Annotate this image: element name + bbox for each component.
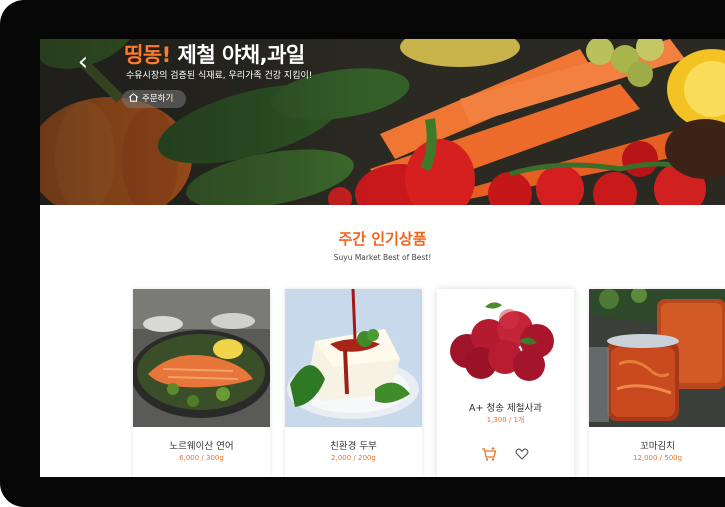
product-price: 12,000 / 500g bbox=[632, 454, 683, 462]
product-name: A+ 청송 제철사과 bbox=[469, 403, 542, 414]
product-price: 1,300 / 1개 bbox=[486, 416, 525, 424]
device-frame: ‹ 띵동! 제철 야채,과일 수유시장의 검증된 식재료, 우리가족 건강 지킴… bbox=[0, 0, 725, 507]
heart-icon[interactable] bbox=[515, 447, 529, 461]
product-price: 2,000 / 200g bbox=[331, 454, 376, 462]
product-name: 꼬마김치 bbox=[640, 441, 675, 452]
section-title: 주간 인기상품 bbox=[338, 230, 427, 248]
cart-icon[interactable] bbox=[481, 446, 497, 462]
section-subtitle: Suyu Market Best of Best! bbox=[333, 253, 432, 262]
product-actions bbox=[437, 444, 574, 466]
screen: ‹ 띵동! 제철 야채,과일 수유시장의 검증된 식재료, 우리가족 건강 지킴… bbox=[40, 39, 725, 477]
product-card-kimchi[interactable]: 꼬마김치 12,000 / 500g bbox=[589, 289, 725, 477]
hero-title-rest: 제철 야채,과일 bbox=[170, 43, 306, 67]
hero-banner: ‹ 띵동! 제철 야채,과일 수유시장의 검증된 식재료, 우리가족 건강 지킴… bbox=[40, 39, 725, 205]
order-button-label: 주문하기 bbox=[142, 94, 174, 104]
product-name: 노르웨이산 연어 bbox=[169, 441, 234, 452]
product-image-tofu bbox=[285, 289, 422, 427]
back-arrow-icon[interactable]: ‹ bbox=[72, 47, 94, 77]
product-card-salmon[interactable]: 노르웨이산 연어 6,000 / 300g bbox=[133, 289, 270, 477]
home-icon bbox=[128, 93, 139, 102]
product-image-kimchi bbox=[589, 289, 725, 427]
order-button[interactable]: 주문하기 bbox=[122, 90, 186, 108]
product-image-apple bbox=[437, 289, 574, 389]
product-image-salmon bbox=[133, 289, 270, 427]
hero-title: 띵동! 제철 야채,과일 bbox=[124, 39, 305, 69]
product-price: 6,000 / 300g bbox=[179, 454, 224, 462]
hero-title-accent: 띵동! bbox=[124, 43, 171, 67]
product-name: 친환경 두부 bbox=[330, 441, 377, 452]
product-card-apple[interactable]: A+ 청송 제철사과 1,300 / 1개 bbox=[437, 289, 574, 477]
product-card-tofu[interactable]: 친환경 두부 2,000 / 200g bbox=[285, 289, 422, 477]
hero-subtitle: 수유시장의 검증된 식재료, 우리가족 건강 지킴이! bbox=[126, 71, 313, 81]
